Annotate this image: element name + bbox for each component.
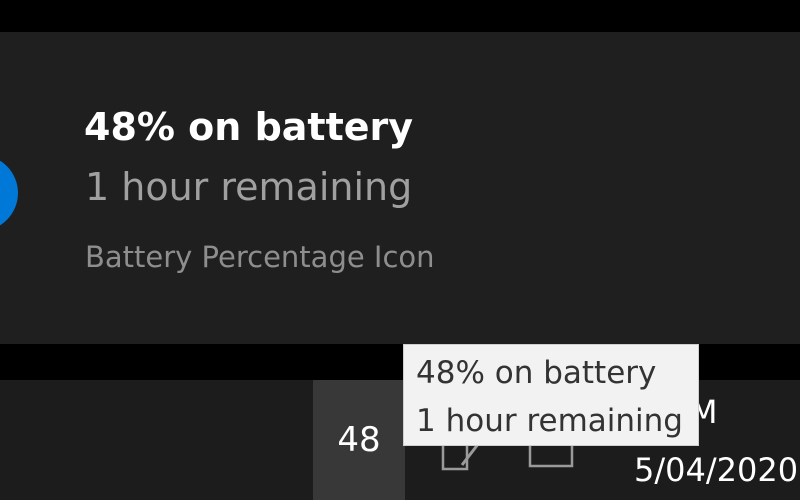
battery-percentage-tray-button[interactable]: 48 (313, 380, 405, 500)
tooltip-line-percentage: 48% on battery (416, 355, 657, 391)
battery-percentage-label: 48 (337, 420, 381, 460)
tooltip-line-remaining: 1 hour remaining (416, 403, 683, 439)
battery-notification[interactable]: 48% on battery 1 hour remaining Battery … (0, 32, 800, 344)
notification-attribution: Battery Percentage Icon (85, 240, 435, 274)
battery-tooltip: 48% on battery 1 hour remaining (403, 344, 699, 446)
notification-title: 48% on battery (84, 105, 414, 149)
clock-date[interactable]: 5/04/2020 (634, 450, 798, 490)
desktop-screen: 48% on battery 1 hour remaining Battery … (0, 0, 800, 500)
app-circle-icon (0, 155, 18, 231)
notification-body: 1 hour remaining (85, 165, 413, 209)
